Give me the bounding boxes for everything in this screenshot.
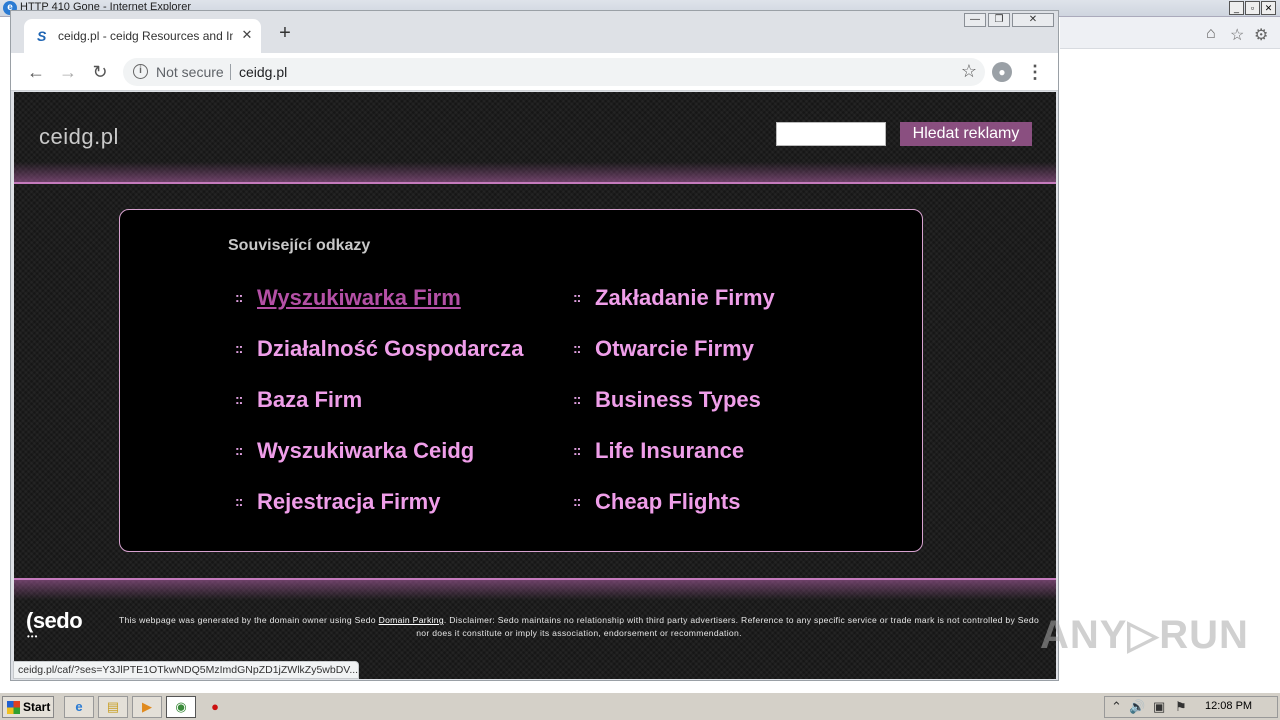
- security-status-label[interactable]: Not secure: [156, 64, 224, 80]
- tab-close-icon[interactable]: ✕: [239, 27, 255, 43]
- related-link-text[interactable]: Cheap Flights: [595, 489, 740, 515]
- site-info-icon[interactable]: i: [133, 64, 148, 79]
- address-bar[interactable]: i Not secure ceidg.pl ☆: [123, 58, 985, 86]
- link-bullet-icon: ::: [235, 442, 243, 458]
- sedo-favicon-icon: S: [37, 28, 47, 44]
- tray-network-icon[interactable]: ▣: [1153, 699, 1165, 715]
- profile-avatar-icon[interactable]: ●: [992, 62, 1012, 82]
- ad-search-input[interactable]: [776, 122, 886, 146]
- tab-title: ceidg.pl - ceidg Resources and Informati…: [58, 29, 233, 43]
- related-link-text[interactable]: Life Insurance: [595, 438, 744, 464]
- related-link-text[interactable]: Działalność Gospodarcza: [257, 336, 524, 362]
- related-link-text[interactable]: Zakładanie Firmy: [595, 285, 775, 311]
- related-link-text[interactable]: Baza Firm: [257, 387, 362, 413]
- site-header: ceidg.pl Hledat reklamy: [14, 92, 1056, 184]
- omnibox-separator: [230, 64, 231, 80]
- ie-maximize-button[interactable]: ▫: [1245, 1, 1260, 15]
- disclaimer-text-start: This webpage was generated by the domain…: [118, 615, 379, 625]
- link-bullet-icon: ::: [573, 442, 581, 458]
- windows-flag-icon: [7, 701, 20, 714]
- related-link-text[interactable]: Wyszukiwarka Ceidg: [257, 438, 474, 464]
- reload-icon[interactable]: ↻: [88, 60, 112, 84]
- link-bullet-icon: ::: [573, 493, 581, 509]
- taskbar-media-player-icon[interactable]: ▶: [132, 696, 162, 718]
- chrome-restore-button[interactable]: ❐: [988, 13, 1010, 27]
- anyrun-watermark: ANY▷RUN: [1040, 613, 1249, 657]
- link-bullet-icon: ::: [235, 340, 243, 356]
- browser-tab-active[interactable]: S ceidg.pl - ceidg Resources and Informa…: [24, 19, 261, 53]
- site-logo[interactable]: ceidg.pl: [39, 124, 119, 150]
- ie-close-button[interactable]: ✕: [1261, 1, 1276, 15]
- related-link-text[interactable]: Rejestracja Firmy: [257, 489, 440, 515]
- browser-toolbar: ← → ↻ i Not secure ceidg.pl ☆ ● ⋮: [11, 53, 1058, 91]
- chrome-window: S ceidg.pl - ceidg Resources and Informa…: [10, 10, 1059, 681]
- new-tab-button[interactable]: +: [275, 23, 295, 43]
- ie-tools-gear-icon[interactable]: ⚙: [1254, 25, 1268, 45]
- taskbar-explorer-folder-icon[interactable]: ▤: [98, 696, 128, 718]
- sedo-logo[interactable]: (sedo: [26, 608, 83, 634]
- tray-action-center-flag-icon[interactable]: ⚑: [1175, 699, 1187, 715]
- related-link-text[interactable]: Business Types: [595, 387, 761, 413]
- tab-strip: S ceidg.pl - ceidg Resources and Informa…: [11, 11, 1058, 53]
- ie-minimize-button[interactable]: _: [1229, 1, 1244, 15]
- tray-volume-icon[interactable]: 🔊: [1129, 699, 1145, 715]
- chrome-minimize-button[interactable]: —: [964, 13, 986, 27]
- sedo-logo-dots-icon: •••: [27, 632, 39, 641]
- start-button[interactable]: Start: [2, 696, 54, 718]
- system-tray: ⌃ 🔊 ▣ ⚑ 12:08 PM: [1104, 696, 1278, 718]
- taskbar-chrome-icon[interactable]: ◉: [166, 696, 196, 718]
- forward-arrow-icon[interactable]: →: [56, 60, 80, 84]
- taskbar-opera-icon[interactable]: ●: [200, 696, 230, 718]
- ie-home-icon[interactable]: ⌂: [1206, 25, 1216, 43]
- footer-glow-divider: [14, 578, 1056, 600]
- chrome-close-button[interactable]: ✕: [1012, 13, 1054, 27]
- taskbar-ie-icon[interactable]: e: [64, 696, 94, 718]
- taskbar: Start e ▤ ▶ ◉ ● ⌃ 🔊 ▣ ⚑ 12:08 PM: [0, 692, 1280, 720]
- link-bullet-icon: ::: [235, 289, 243, 305]
- url-text[interactable]: ceidg.pl: [239, 64, 287, 80]
- header-glow-divider: [14, 162, 1056, 184]
- tray-expand-icon[interactable]: ⌃: [1111, 699, 1122, 715]
- ie-favorites-icon[interactable]: ☆: [1230, 25, 1244, 45]
- disclaimer-text-end: . Disclaimer: Sedo maintains no relation…: [416, 615, 1040, 638]
- ie-toolbar: [1060, 17, 1280, 49]
- link-bullet-icon: ::: [235, 391, 243, 407]
- link-bullet-icon: ::: [235, 493, 243, 509]
- related-links-heading: Související odkazy: [228, 237, 371, 254]
- footer-disclaimer: This webpage was generated by the domain…: [114, 614, 1044, 640]
- start-label: Start: [23, 700, 51, 714]
- link-bullet-icon: ::: [573, 289, 581, 305]
- related-link-text[interactable]: Wyszukiwarka Firm: [257, 285, 461, 311]
- link-bullet-icon: ::: [573, 340, 581, 356]
- taskbar-clock[interactable]: 12:08 PM: [1205, 700, 1252, 712]
- back-arrow-icon[interactable]: ←: [24, 60, 48, 84]
- related-links-box: Související odkazy :: Wyszukiwarka Firm …: [119, 209, 923, 552]
- domain-parking-link[interactable]: Domain Parking: [379, 615, 444, 625]
- bookmark-star-icon[interactable]: ☆: [961, 61, 977, 82]
- page-viewport: ceidg.pl Hledat reklamy Související odka…: [14, 92, 1056, 679]
- chrome-menu-icon[interactable]: ⋮: [1026, 61, 1044, 83]
- link-bullet-icon: ::: [573, 391, 581, 407]
- ad-search-button[interactable]: Hledat reklamy: [900, 122, 1032, 146]
- related-link-text[interactable]: Otwarcie Firmy: [595, 336, 754, 362]
- status-bar-url: ceidg.pl/caf/?ses=Y3JlPTE1OTkwNDQ5MzImdG…: [13, 661, 359, 679]
